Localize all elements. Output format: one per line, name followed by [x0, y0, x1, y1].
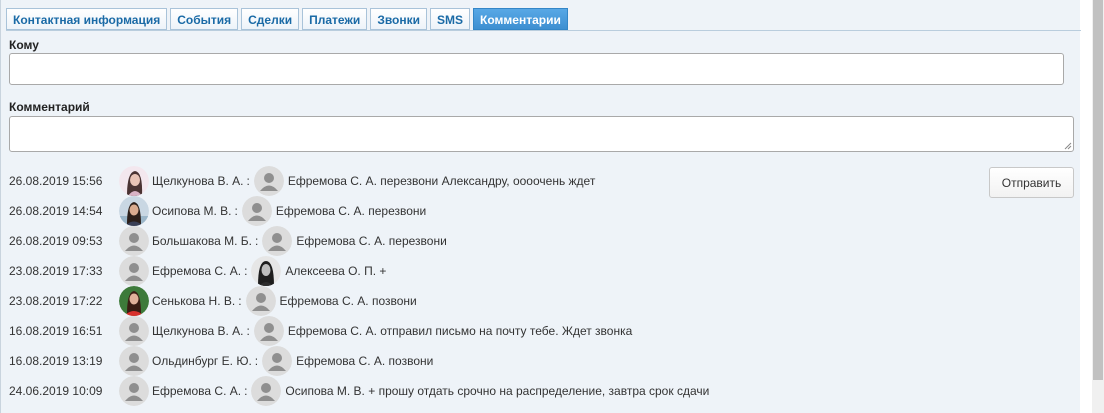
avatar-image — [119, 226, 149, 256]
avatar-image — [241, 196, 272, 226]
recipient-avatar[interactable] — [241, 196, 272, 226]
comment-recipient[interactable]: Ефремова С. А. — [276, 204, 365, 218]
comment-recipient[interactable]: Ефремова С. А. — [288, 174, 377, 188]
avatar-image — [119, 316, 149, 346]
tab-divider — [6, 30, 1081, 31]
comment-text: перезвони — [388, 234, 447, 248]
tab-sms[interactable]: SMS — [430, 8, 471, 30]
comment-date: 26.08.2019 14:54 — [9, 204, 103, 218]
send-button[interactable]: Отправить — [989, 167, 1074, 198]
comment-date: 26.08.2019 09:53 — [9, 234, 103, 248]
comment-recipient[interactable]: Осипова М. В. — [285, 384, 364, 398]
comment-separator: : — [246, 324, 250, 338]
author-avatar[interactable] — [119, 376, 149, 406]
comment-recipient[interactable]: Ефремова С. А. — [296, 354, 385, 368]
comment-author[interactable]: Большакова М. Б. — [152, 234, 252, 248]
comment-author[interactable]: Сенькова Н. В. — [152, 294, 235, 308]
comment-date: 16.08.2019 13:19 — [9, 354, 103, 368]
recipient-avatar[interactable] — [251, 376, 282, 406]
author-avatar[interactable] — [119, 286, 149, 316]
comment-separator: : — [254, 354, 259, 368]
avatar-image — [119, 286, 149, 316]
comment-list: 26.08.2019 15:56 Щелкунова В. А.: Ефремова… — [9, 166, 979, 406]
comment-separator: : — [255, 234, 259, 248]
comment-text: позвони — [371, 294, 417, 308]
avatar-image — [251, 376, 282, 406]
comment-text: перезвони Александру, оооочень ждет — [380, 174, 596, 188]
to-label: Кому — [9, 38, 39, 52]
comment-date: 26.08.2019 15:56 — [9, 174, 103, 188]
comment-author[interactable]: Ефремова С. А. — [152, 264, 241, 278]
avatar-image — [119, 256, 149, 286]
recipient-avatar[interactable] — [253, 316, 284, 346]
comment-text: позвони — [388, 354, 434, 368]
comment-recipient[interactable]: Ефремова С. А. — [280, 294, 369, 308]
comment-author[interactable]: Осипова М. В. — [152, 204, 231, 218]
comment-separator: : — [238, 294, 242, 308]
author-avatar[interactable] — [119, 256, 149, 286]
comment-label: Комментарий — [9, 100, 90, 114]
comment-recipient[interactable]: Алексеева О. П. — [285, 264, 376, 278]
comment-row: 23.08.2019 17:33 Ефремова С. А.: Алексеева… — [9, 256, 979, 286]
author-avatar[interactable] — [119, 196, 149, 226]
comment-textarea[interactable] — [9, 116, 1074, 152]
tab-payments[interactable]: Платежи — [302, 8, 368, 30]
comment-author[interactable]: Щелкунова В. А. — [152, 324, 243, 338]
author-avatar[interactable] — [119, 166, 149, 196]
avatar-image — [262, 226, 293, 256]
recipient-avatar[interactable] — [262, 346, 293, 376]
comment-date: 23.08.2019 17:22 — [9, 294, 103, 308]
comment-separator: : — [234, 204, 238, 218]
comments-panel: Контактная информация События Сделки Пла… — [0, 0, 1081, 413]
avatar-image — [253, 316, 284, 346]
avatar-image — [262, 346, 293, 376]
comment-separator: : — [244, 384, 248, 398]
scrollbar-thumb[interactable] — [1093, 0, 1103, 380]
avatar-image — [119, 376, 149, 406]
comment-author[interactable]: Щелкунова В. А. — [152, 174, 243, 188]
comment-author[interactable]: Ефремова С. А. — [152, 384, 241, 398]
author-avatar[interactable] — [119, 316, 149, 346]
author-avatar[interactable] — [119, 346, 149, 376]
comment-row: 23.08.2019 17:22 Сенькова Н. В.: Ефремова … — [9, 286, 979, 316]
comment-author[interactable]: Ольдинбург Е. Ю. — [152, 354, 252, 368]
recipient-avatar[interactable] — [245, 286, 276, 316]
recipient-avatar[interactable] — [262, 226, 293, 256]
comment-recipient[interactable]: Ефремова С. А. — [288, 324, 377, 338]
scrollbar[interactable] — [1092, 0, 1104, 413]
tab-contact-info[interactable]: Контактная информация — [6, 8, 168, 30]
avatar-image — [119, 166, 149, 196]
comment-date: 23.08.2019 17:33 — [9, 264, 103, 278]
comment-row: 16.08.2019 16:51 Щелкунова В. А.: Ефремова… — [9, 316, 979, 346]
comment-date: 24.06.2019 10:09 — [9, 384, 103, 398]
comment-row: 16.08.2019 13:19 Ольдинбург Е. Ю.: Ефремов… — [9, 346, 979, 376]
recipient-avatar[interactable] — [251, 256, 282, 286]
comment-text: + прошу отдать срочно на распределение, … — [368, 384, 710, 398]
avatar-image — [119, 196, 149, 226]
comment-separator: : — [246, 174, 250, 188]
comment-text: перезвони — [368, 204, 427, 218]
comment-row: 26.08.2019 14:54 Осипова М. В.: Ефремова С… — [9, 196, 979, 226]
author-avatar[interactable] — [119, 226, 149, 256]
avatar-image — [119, 346, 149, 376]
avatar-image — [245, 286, 276, 316]
comment-row: 26.08.2019 09:53 Большакова М. Б.: Ефремов… — [9, 226, 979, 256]
comment-text: отправил письмо на почту тебе. Ждет звон… — [380, 324, 633, 338]
comment-row: 24.06.2019 10:09 Ефремова С. А.: Осипова М… — [9, 376, 979, 406]
tab-events[interactable]: События — [170, 8, 239, 30]
comment-recipient[interactable]: Ефремова С. А. — [296, 234, 385, 248]
recipient-avatar[interactable] — [253, 166, 284, 196]
avatar-image — [251, 256, 282, 286]
comment-row: 26.08.2019 15:56 Щелкунова В. А.: Ефремова… — [9, 166, 979, 196]
comment-separator: : — [244, 264, 248, 278]
tab-bar: Контактная информация События Сделки Пла… — [6, 8, 568, 30]
tab-comments[interactable]: Комментарии — [473, 8, 568, 30]
tab-deals[interactable]: Сделки — [241, 8, 300, 30]
to-input[interactable] — [9, 53, 1064, 85]
resize-grip-icon[interactable] — [1064, 142, 1072, 150]
comment-text: + — [379, 264, 387, 278]
comment-date: 16.08.2019 16:51 — [9, 324, 103, 338]
avatar-image — [253, 166, 284, 196]
tab-calls[interactable]: Звонки — [370, 8, 428, 30]
